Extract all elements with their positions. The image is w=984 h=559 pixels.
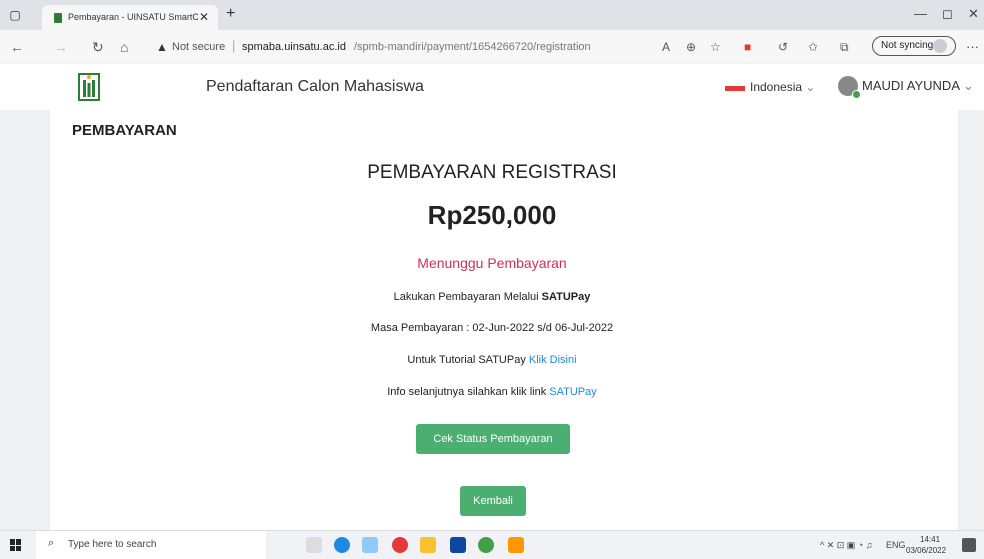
profile-avatar-icon: [933, 39, 947, 53]
url-host: spmaba.uinsatu.ac.id: [242, 41, 346, 53]
payment-period-line: Masa Pembayaran : 02-Jun-2022 s/d 06-Jul…: [370, 322, 614, 334]
language-label: Indonesia: [750, 80, 803, 94]
satupay-link[interactable]: SATUPay: [549, 386, 596, 398]
payment-heading: PEMBAYARAN REGISTRASI: [367, 162, 617, 183]
warning-icon: ▲: [156, 40, 168, 54]
search-icon: ⌕: [48, 537, 55, 549]
search-placeholder: Type here to search: [68, 539, 157, 550]
security-label: Not secure: [172, 41, 226, 53]
language-selector[interactable]: Indonesia ⌄: [750, 80, 815, 94]
user-name: MAUDI AYUNDA: [862, 78, 960, 93]
tracking-icon[interactable]: ☆: [710, 40, 721, 54]
taskbar-search-box[interactable]: ⌕ Type here to search: [36, 531, 266, 559]
photoshop-icon[interactable]: [450, 537, 466, 553]
windows-taskbar: ⌕ Type here to search ^ ✕ ⊡ ▣ ◔ ♫ ENG 14…: [0, 530, 984, 559]
windows-start-icon[interactable]: [10, 539, 22, 551]
browser-essentials-icon[interactable]: ↺: [778, 40, 788, 54]
university-logo[interactable]: [78, 70, 100, 102]
sync-label: Not syncing: [881, 40, 934, 51]
info-text: Info selanjutnya silahkan klik link: [387, 386, 547, 398]
home-icon[interactable]: ⌂: [120, 39, 128, 55]
site-header: Pendaftaran Calon Mahasiswa Indonesia ⌄ …: [0, 64, 984, 110]
back-button[interactable]: Kembali: [460, 486, 526, 516]
user-menu[interactable]: MAUDI AYUNDA ⌄: [862, 78, 974, 94]
section-title: PEMBAYARAN: [72, 122, 177, 139]
site-title: Pendaftaran Calon Mahasiswa: [206, 78, 424, 95]
info-line: Info selanjutnya silahkan klik link SATU…: [0, 386, 984, 398]
forward-icon[interactable]: →: [54, 39, 68, 55]
notification-icon[interactable]: [962, 538, 976, 552]
zoom-icon[interactable]: ⊕: [686, 40, 696, 54]
minimize-icon[interactable]: —: [914, 6, 927, 21]
extension-icon[interactable]: ■: [744, 40, 751, 54]
tab-title: Pembayaran - UINSATU SmartC: [68, 12, 198, 22]
collections-icon[interactable]: ⧉: [840, 40, 849, 55]
browser-tab[interactable]: Pembayaran - UINSATU SmartC ✕: [42, 5, 218, 30]
system-tray-icons[interactable]: ^ ✕ ⊡ ▣ ◔ ♫: [820, 540, 873, 551]
close-window-icon[interactable]: ✕: [968, 6, 979, 22]
back-icon[interactable]: ←: [10, 39, 24, 55]
app2-icon[interactable]: [508, 537, 524, 553]
refresh-icon[interactable]: ↻: [92, 39, 104, 56]
payment-method-line: Lakukan Pembayaran Melalui SATUPay: [0, 291, 984, 303]
clock-time: 14:41: [920, 535, 941, 544]
input-language[interactable]: ENG: [886, 540, 906, 550]
task-view-icon[interactable]: [306, 537, 322, 553]
read-aloud-icon[interactable]: A: [662, 40, 670, 54]
indonesia-flag-icon: [725, 86, 745, 91]
file-explorer-icon[interactable]: [420, 537, 436, 553]
url-separator: |: [232, 38, 236, 53]
tutorial-link[interactable]: Klik Disini: [529, 354, 577, 366]
favorites-star-icon[interactable]: ✩: [808, 40, 818, 54]
chrome-canary-icon[interactable]: [478, 537, 494, 553]
tutorial-text: Untuk Tutorial SATUPay: [407, 354, 526, 366]
new-tab-icon[interactable]: +: [226, 5, 235, 23]
tutorial-line: Untuk Tutorial SATUPay Klik Disini: [0, 354, 984, 366]
chevron-down-icon: ⌄: [805, 80, 816, 94]
edge-icon[interactable]: [334, 537, 350, 553]
payment-method-name: SATUPay: [541, 291, 591, 303]
restore-icon[interactable]: ◻: [942, 6, 953, 22]
url-field[interactable]: ▲ Not secure | spmaba.uinsatu.ac.id /spm…: [150, 35, 730, 59]
tab-close-icon[interactable]: ✕: [199, 10, 209, 24]
profile-sync-button[interactable]: Not syncing: [872, 36, 956, 56]
url-path: /spmb-mandiri/payment/1654266720/registr…: [354, 41, 591, 53]
more-icon[interactable]: ···: [966, 39, 979, 54]
online-status-icon: [852, 90, 861, 99]
payment-status: Menunggu Pembayaran: [417, 255, 567, 271]
payment-method-text: Lakukan Pembayaran Melalui: [393, 291, 539, 303]
clock-date: 03/06/2022: [906, 546, 947, 555]
chrome-icon[interactable]: [392, 537, 408, 553]
payment-amount: Rp250,000: [427, 200, 557, 230]
app-icon[interactable]: [362, 537, 378, 553]
tab-actions-icon[interactable]: ▢: [8, 8, 22, 22]
chevron-down-icon: ⌄: [962, 78, 974, 93]
browser-tab-bar: ▢ Pembayaran - UINSATU SmartC ✕ + — ◻ ✕: [0, 0, 984, 30]
favicon-icon: [54, 13, 62, 23]
address-bar-row: ← → ↻ ⌂ ▲ Not secure | spmaba.uinsatu.ac…: [0, 30, 984, 65]
check-payment-status-button[interactable]: Cek Status Pembayaran: [416, 424, 570, 454]
